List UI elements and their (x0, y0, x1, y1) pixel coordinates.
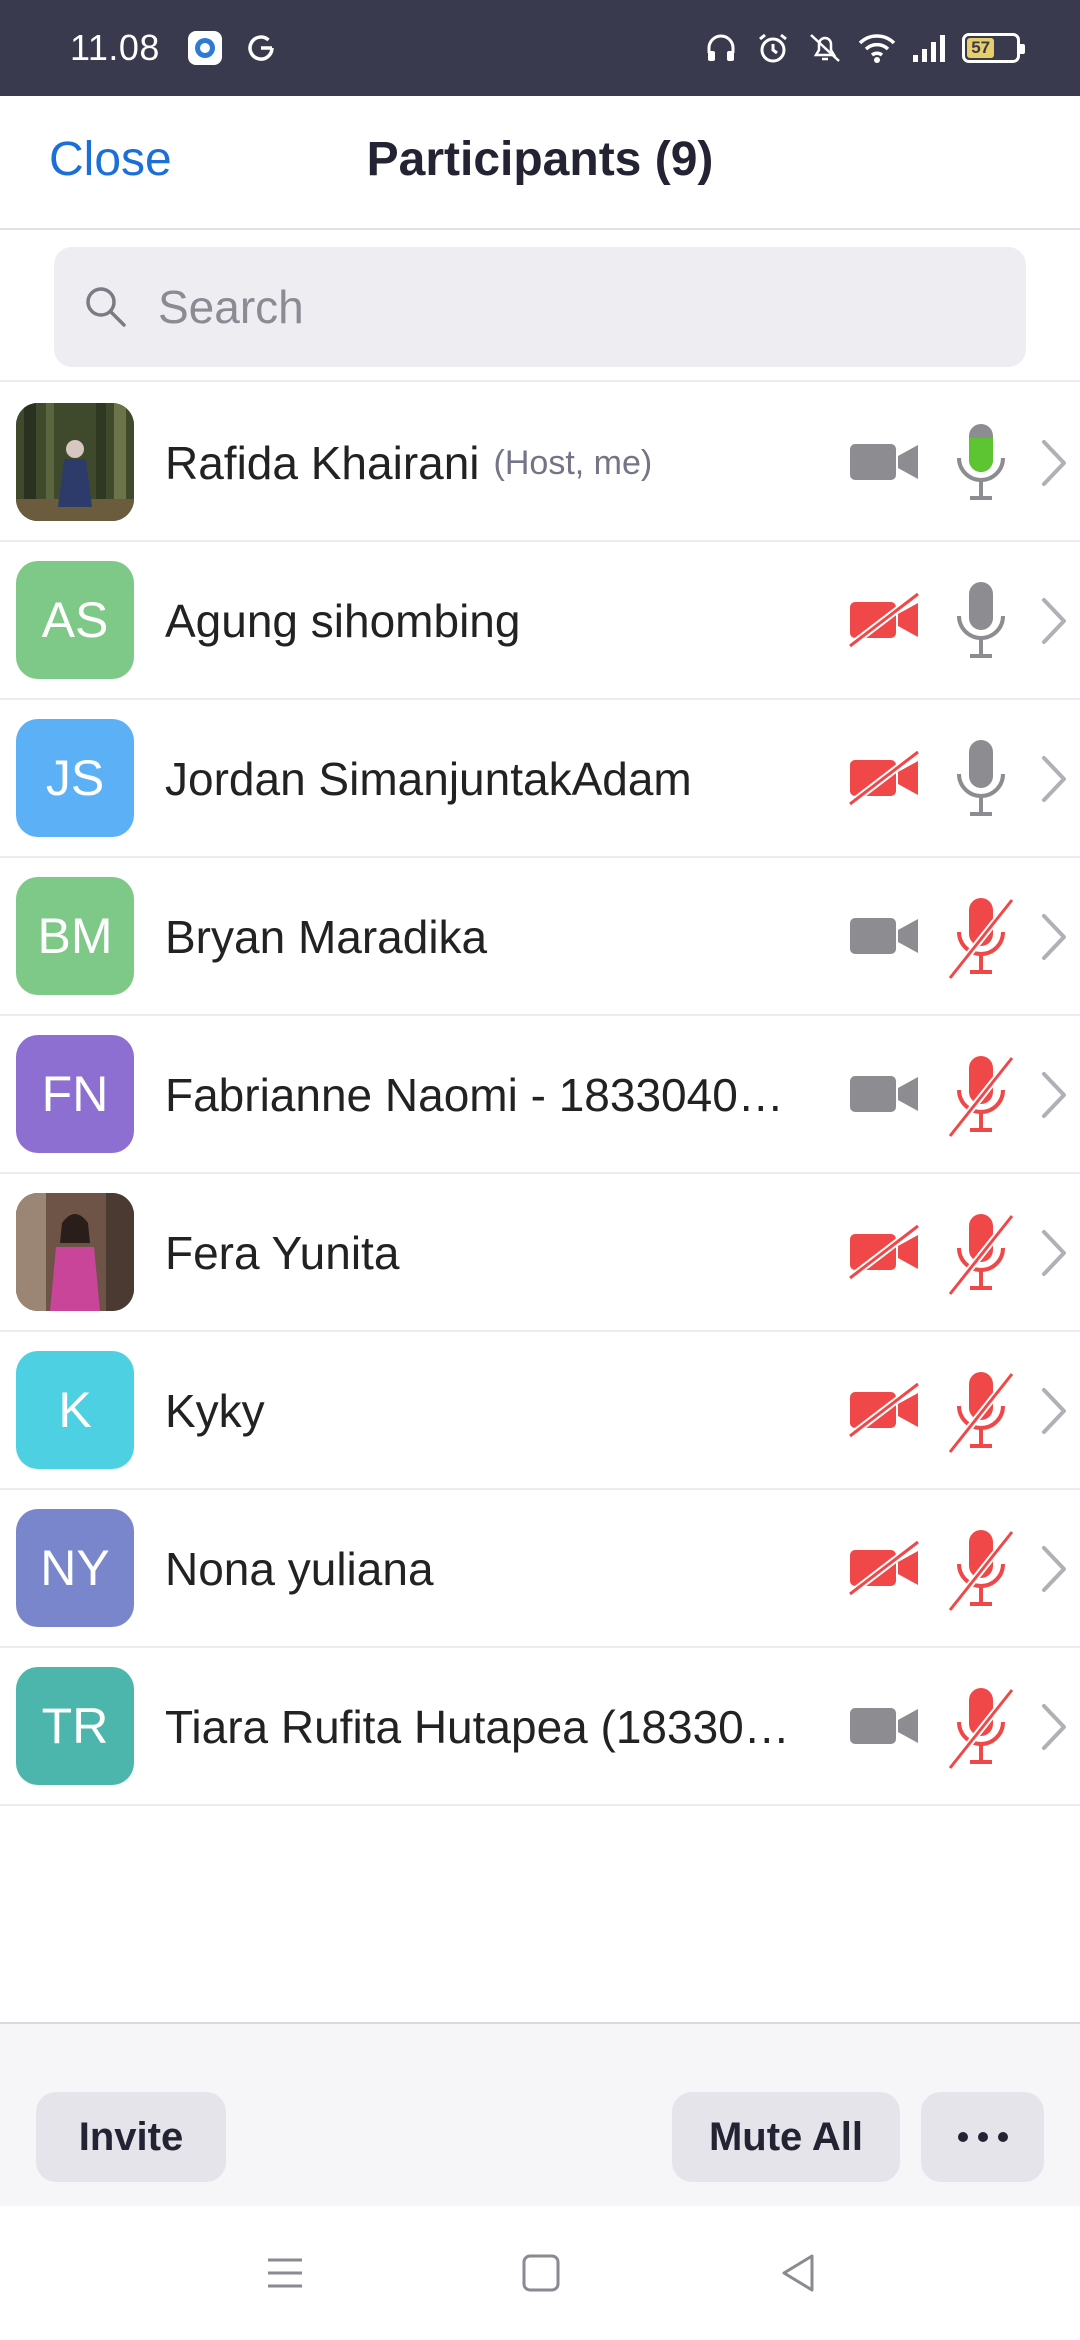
chevron-right-icon (1036, 1226, 1072, 1280)
microphone-icon (946, 736, 1016, 824)
participant-row[interactable]: FN Fabrianne Naomi - 1833040… (0, 1016, 1080, 1174)
status-time: 11.08 (70, 27, 160, 68)
participant-name-wrap: Bryan Maradika (165, 858, 805, 1016)
video-off-icon (847, 1381, 922, 1439)
participant-name-wrap: Jordan SimanjuntakAdam (165, 700, 805, 858)
participant-row[interactable]: BM Bryan Maradika (0, 858, 1080, 1016)
chevron-right-icon (1036, 910, 1072, 964)
microphone-icon (946, 578, 1016, 666)
chevron-right-icon (1036, 1542, 1072, 1596)
video-camera-icon (848, 1066, 922, 1122)
participant-row[interactable]: JS Jordan SimanjuntakAdam (0, 700, 1080, 858)
participant-list: Rafida Khairani (Host, me) AS Agung sihombi… (0, 384, 1080, 1806)
participant-name: Nona yuliana (165, 1543, 434, 1595)
avatar: AS (16, 561, 134, 679)
participant-row[interactable]: TR Tiara Rufita Hutapea (18330… (0, 1648, 1080, 1806)
participant-name: Fabrianne Naomi - 1833040… (165, 1069, 784, 1121)
participant-name-wrap: Tiara Rufita Hutapea (18330… (165, 1648, 805, 1806)
chevron-right-icon (1036, 1384, 1072, 1438)
chevron-right-icon (1036, 752, 1072, 806)
video-off-icon (847, 749, 922, 807)
search-section (0, 232, 1080, 382)
microphone-muted-icon (946, 1526, 1016, 1614)
participant-name-wrap: Agung sihombing (165, 542, 805, 700)
signal-icon (910, 29, 948, 67)
participant-name-wrap: Fera Yunita (165, 1174, 805, 1332)
more-horizontal-icon (957, 2132, 1008, 2142)
avatar (16, 1193, 134, 1311)
microphone-muted-icon (946, 1368, 1016, 1456)
back-icon[interactable] (776, 2250, 822, 2296)
participant-name: Agung sihombing (165, 595, 521, 647)
microphone-icon (946, 420, 1016, 508)
participant-name: Fera Yunita (165, 1227, 400, 1279)
participant-name: Bryan Maradika (165, 911, 488, 963)
video-camera-icon (848, 1698, 922, 1754)
bottom-toolbar: Invite Mute All (0, 2022, 1080, 2206)
video-camera-icon (848, 434, 922, 490)
participant-row[interactable]: AS Agung sihombing (0, 542, 1080, 700)
video-off-icon (847, 1223, 922, 1281)
search-input[interactable] (156, 279, 976, 335)
participant-name: Kyky (165, 1385, 265, 1437)
microphone-muted-icon (946, 1684, 1016, 1772)
participant-row[interactable]: Rafida Khairani (Host, me) (0, 384, 1080, 542)
participant-name-wrap: Fabrianne Naomi - 1833040… (165, 1016, 805, 1174)
search-icon (86, 287, 126, 327)
avatar: BM (16, 877, 134, 995)
wifi-icon (858, 29, 896, 67)
battery-icon: 57 (962, 33, 1025, 63)
avatar: JS (16, 719, 134, 837)
avatar: K (16, 1351, 134, 1469)
headphones-icon (702, 29, 740, 67)
participant-role-tag: (Host, me) (493, 443, 653, 482)
more-options-button[interactable] (921, 2092, 1044, 2182)
participant-name-wrap: Kyky (165, 1332, 805, 1490)
participant-name-wrap: Rafida Khairani (Host, me) (165, 384, 805, 542)
google-icon (242, 29, 280, 67)
invite-button[interactable]: Invite (36, 2092, 226, 2182)
participant-name: Rafida Khairani (165, 437, 480, 489)
microphone-muted-icon (946, 1210, 1016, 1298)
video-camera-icon (848, 908, 922, 964)
page-title: Participants (9) (366, 133, 714, 186)
microphone-muted-icon (946, 1052, 1016, 1140)
avatar: TR (16, 1667, 134, 1785)
participant-row[interactable]: NY Nona yuliana (0, 1490, 1080, 1648)
avatar: NY (16, 1509, 134, 1627)
avatar (16, 403, 134, 521)
battery-level: 57 (967, 38, 995, 58)
video-off-icon (847, 1539, 922, 1597)
participant-name-wrap: Nona yuliana (165, 1490, 805, 1648)
participant-name: Jordan SimanjuntakAdam (165, 753, 692, 805)
chevron-right-icon (1036, 594, 1072, 648)
alarm-icon (754, 29, 792, 67)
vibrate-off-icon (806, 29, 844, 67)
video-off-icon (847, 591, 922, 649)
participant-name: Tiara Rufita Hutapea (18330… (165, 1701, 790, 1753)
chevron-right-icon (1036, 1068, 1072, 1122)
participant-row[interactable]: Fera Yunita (0, 1174, 1080, 1332)
microphone-muted-icon (946, 894, 1016, 982)
chevron-right-icon (1036, 1700, 1072, 1754)
chevron-right-icon (1036, 436, 1072, 490)
record-icon (186, 29, 224, 67)
home-icon[interactable] (518, 2250, 564, 2296)
header: Close Participants (9) (0, 96, 1080, 230)
system-nav-bar (0, 2206, 1080, 2340)
mute-all-button[interactable]: Mute All (672, 2092, 900, 2182)
participant-row[interactable]: K Kyky (0, 1332, 1080, 1490)
avatar: FN (16, 1035, 134, 1153)
search-box[interactable] (54, 247, 1026, 367)
recent-apps-icon[interactable] (262, 2250, 308, 2296)
status-bar: 11.08 57 (0, 0, 1080, 96)
